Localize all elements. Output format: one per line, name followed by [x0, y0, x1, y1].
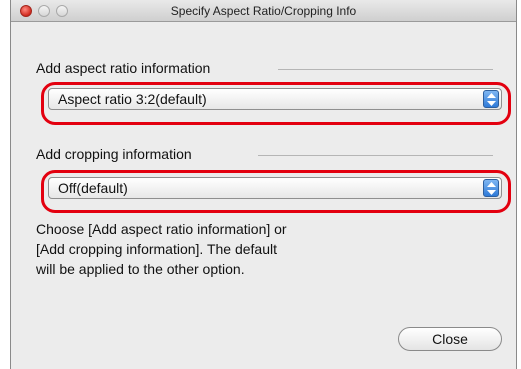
aspect-ratio-group-divider	[278, 69, 493, 70]
title-bar[interactable]: Specify Aspect Ratio/Cropping Info	[11, 0, 516, 22]
close-button[interactable]: Close	[398, 327, 502, 351]
cropping-group-label: Add cropping information	[36, 146, 192, 162]
cropping-selected-value: Off(default)	[58, 180, 128, 196]
cropping-group-divider	[258, 155, 493, 156]
aspect-ratio-popup[interactable]: Aspect ratio 3:2(default)	[48, 88, 502, 110]
dialog-window: Specify Aspect Ratio/Cropping Info Add a…	[10, 0, 517, 369]
hint-text: Choose [Add aspect ratio information] or…	[36, 219, 287, 279]
hint-line: Choose [Add aspect ratio information] or	[36, 221, 287, 237]
hint-line: will be applied to the other option.	[36, 261, 245, 277]
window-title: Specify Aspect Ratio/Cropping Info	[170, 4, 357, 18]
popup-arrows-icon	[483, 179, 499, 197]
aspect-ratio-selected-value: Aspect ratio 3:2(default)	[58, 91, 207, 107]
popup-arrows-icon	[483, 90, 499, 108]
aspect-ratio-group-label: Add aspect ratio information	[36, 60, 211, 76]
cropping-popup[interactable]: Off(default)	[48, 177, 502, 199]
hint-line: [Add cropping information]. The default	[36, 241, 278, 257]
